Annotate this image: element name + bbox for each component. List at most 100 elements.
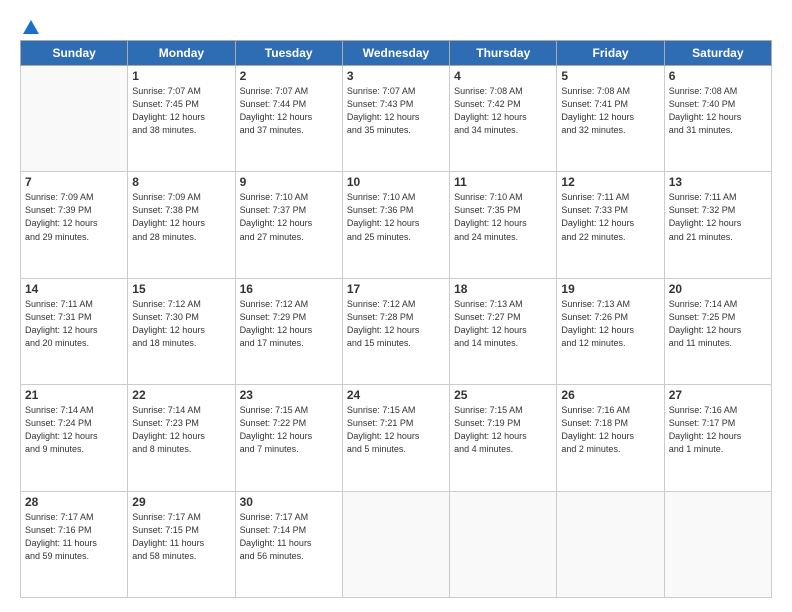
calendar-cell: 16 Sunrise: 7:12 AMSunset: 7:29 PMDayligh… — [235, 278, 342, 384]
day-info: Sunrise: 7:10 AMSunset: 7:37 PMDaylight:… — [240, 191, 338, 243]
day-number: 21 — [25, 388, 123, 402]
week-row-2: 7Sunrise: 7:09 AMSunset: 7:39 PMDaylight… — [21, 172, 772, 278]
calendar-cell: 18 Sunrise: 7:13 AMSunset: 7:27 PMDayligh… — [450, 278, 557, 384]
logo-triangle-icon — [22, 18, 40, 36]
calendar-body: 1 Sunrise: 7:07 AMSunset: 7:45 PMDaylight… — [21, 66, 772, 598]
calendar-cell: 20 Sunrise: 7:14 AMSunset: 7:25 PMDayligh… — [664, 278, 771, 384]
day-info: Sunrise: 7:10 AMSunset: 7:36 PMDaylight:… — [347, 191, 445, 243]
day-info: Sunrise: 7:16 AMSunset: 7:17 PMDaylight:… — [669, 404, 767, 456]
day-info: Sunrise: 7:17 AMSunset: 7:16 PMDaylight:… — [25, 511, 123, 563]
day-info: Sunrise: 7:15 AMSunset: 7:19 PMDaylight:… — [454, 404, 552, 456]
day-number: 27 — [669, 388, 767, 402]
day-number: 28 — [25, 495, 123, 509]
calendar-cell: 23 Sunrise: 7:15 AMSunset: 7:22 PMDayligh… — [235, 385, 342, 491]
calendar-cell — [557, 491, 664, 597]
calendar-cell: 30Sunrise: 7:17 AMSunset: 7:14 PMDayligh… — [235, 491, 342, 597]
calendar-cell: 29Sunrise: 7:17 AMSunset: 7:15 PMDayligh… — [128, 491, 235, 597]
week-row-5: 28 Sunrise: 7:17 AMSunset: 7:16 PMDayligh… — [21, 491, 772, 597]
weekday-header-saturday: Saturday — [664, 41, 771, 66]
day-number: 20 — [669, 282, 767, 296]
weekday-header-tuesday: Tuesday — [235, 41, 342, 66]
calendar-cell: 1 Sunrise: 7:07 AMSunset: 7:45 PMDaylight… — [128, 66, 235, 172]
day-number: 16 — [240, 282, 338, 296]
calendar-cell: 11Sunrise: 7:10 AMSunset: 7:35 PMDayligh… — [450, 172, 557, 278]
calendar-cell: 3 Sunrise: 7:07 AMSunset: 7:43 PMDaylight… — [342, 66, 449, 172]
calendar-cell: 19 Sunrise: 7:13 AMSunset: 7:26 PMDayligh… — [557, 278, 664, 384]
calendar-cell: 22 Sunrise: 7:14 AMSunset: 7:23 PMDayligh… — [128, 385, 235, 491]
day-info: Sunrise: 7:07 AMSunset: 7:45 PMDaylight:… — [132, 85, 230, 137]
calendar-cell: 17 Sunrise: 7:12 AMSunset: 7:28 PMDayligh… — [342, 278, 449, 384]
day-number: 12 — [561, 175, 659, 189]
week-row-1: 1 Sunrise: 7:07 AMSunset: 7:45 PMDaylight… — [21, 66, 772, 172]
weekday-header-thursday: Thursday — [450, 41, 557, 66]
calendar-cell: 12 Sunrise: 7:11 AMSunset: 7:33 PMDayligh… — [557, 172, 664, 278]
calendar-cell: 2 Sunrise: 7:07 AMSunset: 7:44 PMDaylight… — [235, 66, 342, 172]
day-info: Sunrise: 7:07 AMSunset: 7:44 PMDaylight:… — [240, 85, 338, 137]
calendar-cell: 27 Sunrise: 7:16 AMSunset: 7:17 PMDayligh… — [664, 385, 771, 491]
week-row-4: 21 Sunrise: 7:14 AMSunset: 7:24 PMDayligh… — [21, 385, 772, 491]
day-number: 1 — [132, 69, 230, 83]
day-number: 19 — [561, 282, 659, 296]
day-info: Sunrise: 7:17 AMSunset: 7:15 PMDaylight:… — [132, 511, 230, 563]
day-info: Sunrise: 7:11 AMSunset: 7:32 PMDaylight:… — [669, 191, 767, 243]
day-info: Sunrise: 7:15 AMSunset: 7:21 PMDaylight:… — [347, 404, 445, 456]
calendar-cell: 14Sunrise: 7:11 AMSunset: 7:31 PMDayligh… — [21, 278, 128, 384]
day-number: 23 — [240, 388, 338, 402]
calendar-cell: 15Sunrise: 7:12 AMSunset: 7:30 PMDayligh… — [128, 278, 235, 384]
day-info: Sunrise: 7:12 AMSunset: 7:29 PMDaylight:… — [240, 298, 338, 350]
day-info: Sunrise: 7:13 AMSunset: 7:26 PMDaylight:… — [561, 298, 659, 350]
day-number: 24 — [347, 388, 445, 402]
day-info: Sunrise: 7:08 AMSunset: 7:41 PMDaylight:… — [561, 85, 659, 137]
day-info: Sunrise: 7:07 AMSunset: 7:43 PMDaylight:… — [347, 85, 445, 137]
day-info: Sunrise: 7:08 AMSunset: 7:42 PMDaylight:… — [454, 85, 552, 137]
week-row-3: 14Sunrise: 7:11 AMSunset: 7:31 PMDayligh… — [21, 278, 772, 384]
day-number: 26 — [561, 388, 659, 402]
day-number: 5 — [561, 69, 659, 83]
calendar-cell — [342, 491, 449, 597]
weekday-header-sunday: Sunday — [21, 41, 128, 66]
day-number: 6 — [669, 69, 767, 83]
day-number: 17 — [347, 282, 445, 296]
calendar-cell — [664, 491, 771, 597]
day-number: 30 — [240, 495, 338, 509]
calendar-cell: 10 Sunrise: 7:10 AMSunset: 7:36 PMDayligh… — [342, 172, 449, 278]
weekday-header-friday: Friday — [557, 41, 664, 66]
day-number: 3 — [347, 69, 445, 83]
day-number: 18 — [454, 282, 552, 296]
day-info: Sunrise: 7:14 AMSunset: 7:24 PMDaylight:… — [25, 404, 123, 456]
calendar-cell: 24 Sunrise: 7:15 AMSunset: 7:21 PMDayligh… — [342, 385, 449, 491]
calendar-cell — [450, 491, 557, 597]
day-info: Sunrise: 7:12 AMSunset: 7:28 PMDaylight:… — [347, 298, 445, 350]
day-info: Sunrise: 7:12 AMSunset: 7:30 PMDaylight:… — [132, 298, 230, 350]
header — [20, 18, 772, 32]
day-info: Sunrise: 7:14 AMSunset: 7:23 PMDaylight:… — [132, 404, 230, 456]
calendar-cell: 9Sunrise: 7:10 AMSunset: 7:37 PMDaylight… — [235, 172, 342, 278]
day-number: 13 — [669, 175, 767, 189]
calendar-header: SundayMondayTuesdayWednesdayThursdayFrid… — [21, 41, 772, 66]
day-number: 4 — [454, 69, 552, 83]
logo — [20, 18, 40, 32]
day-info: Sunrise: 7:16 AMSunset: 7:18 PMDaylight:… — [561, 404, 659, 456]
day-info: Sunrise: 7:13 AMSunset: 7:27 PMDaylight:… — [454, 298, 552, 350]
day-info: Sunrise: 7:09 AMSunset: 7:39 PMDaylight:… — [25, 191, 123, 243]
calendar-cell: 21 Sunrise: 7:14 AMSunset: 7:24 PMDayligh… — [21, 385, 128, 491]
day-info: Sunrise: 7:14 AMSunset: 7:25 PMDaylight:… — [669, 298, 767, 350]
day-info: Sunrise: 7:11 AMSunset: 7:33 PMDaylight:… — [561, 191, 659, 243]
weekday-header-wednesday: Wednesday — [342, 41, 449, 66]
calendar-cell: 25Sunrise: 7:15 AMSunset: 7:19 PMDayligh… — [450, 385, 557, 491]
day-number: 10 — [347, 175, 445, 189]
calendar-table: SundayMondayTuesdayWednesdayThursdayFrid… — [20, 40, 772, 598]
calendar-cell — [21, 66, 128, 172]
calendar-cell: 13 Sunrise: 7:11 AMSunset: 7:32 PMDayligh… — [664, 172, 771, 278]
day-info: Sunrise: 7:09 AMSunset: 7:38 PMDaylight:… — [132, 191, 230, 243]
day-number: 2 — [240, 69, 338, 83]
day-info: Sunrise: 7:11 AMSunset: 7:31 PMDaylight:… — [25, 298, 123, 350]
day-info: Sunrise: 7:08 AMSunset: 7:40 PMDaylight:… — [669, 85, 767, 137]
day-info: Sunrise: 7:15 AMSunset: 7:22 PMDaylight:… — [240, 404, 338, 456]
day-number: 22 — [132, 388, 230, 402]
header-row: SundayMondayTuesdayWednesdayThursdayFrid… — [21, 41, 772, 66]
day-info: Sunrise: 7:10 AMSunset: 7:35 PMDaylight:… — [454, 191, 552, 243]
calendar-cell: 28 Sunrise: 7:17 AMSunset: 7:16 PMDayligh… — [21, 491, 128, 597]
calendar-cell: 26 Sunrise: 7:16 AMSunset: 7:18 PMDayligh… — [557, 385, 664, 491]
calendar-page: SundayMondayTuesdayWednesdayThursdayFrid… — [0, 0, 792, 612]
